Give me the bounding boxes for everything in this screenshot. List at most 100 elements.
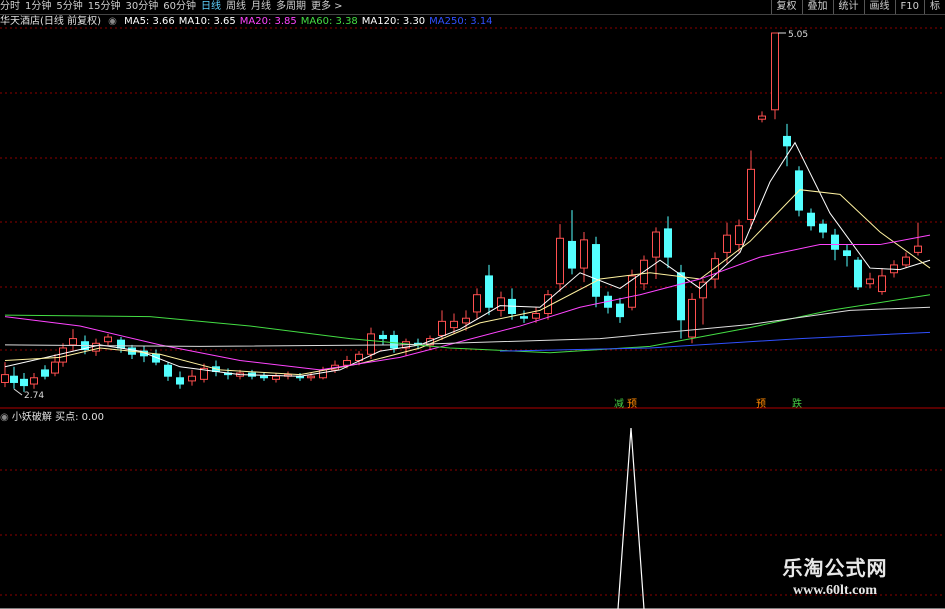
period-tab[interactable]: 15分钟 <box>88 0 121 14</box>
candle-body <box>758 115 766 120</box>
candle-body <box>41 369 49 377</box>
ma-label: MA250: 3.14 <box>429 16 493 27</box>
tool-button[interactable]: 复权 <box>770 0 802 14</box>
candle-body <box>497 297 505 311</box>
watermark-url: www.60lt.com <box>793 583 877 598</box>
candle-body <box>783 135 791 147</box>
tool-button[interactable]: 画线 <box>863 0 895 14</box>
candle-body <box>367 333 375 355</box>
period-tabs: 分时 1分钟 5分钟 15分钟 30分钟 60分钟 日线 周线 月线 多周期 更多 > <box>0 0 343 14</box>
candle-body <box>723 234 731 253</box>
candle-body <box>30 377 38 385</box>
candle-body <box>485 275 493 308</box>
watermark-title: 乐淘公式网 <box>782 558 888 580</box>
ma-label: MA5: 3.66 <box>124 16 175 27</box>
candle-body <box>544 294 552 315</box>
candle-body <box>699 281 707 299</box>
candle-body <box>831 234 839 250</box>
tool-button[interactable]: 统计 <box>832 0 864 14</box>
tool-button[interactable]: F10 <box>894 0 924 14</box>
period-tab[interactable]: 更多 > <box>311 0 343 14</box>
period-toolbar: 分时 1分钟 5分钟 15分钟 30分钟 60分钟 日线 周线 月线 多周期 更多 > 复权 叠加 统计… <box>0 0 945 14</box>
indicator-header: ◉ 小妖破解 买点: 0.00 <box>0 412 104 425</box>
candle-body <box>69 338 77 346</box>
candle-body <box>677 272 685 321</box>
candle-body <box>59 347 67 363</box>
candle-body <box>51 361 59 374</box>
period-tab[interactable]: 月线 <box>251 0 271 14</box>
ma-label: MA120: 3.30 <box>361 16 426 27</box>
candle-body <box>10 375 18 383</box>
candle-body <box>188 375 196 382</box>
tool-button[interactable]: 标 <box>924 0 945 14</box>
candle-body <box>438 320 446 336</box>
candle-body <box>20 378 28 387</box>
signal-label: 减 <box>614 398 624 410</box>
candle-body <box>711 258 719 280</box>
candle-body <box>688 298 696 338</box>
ma-label: MA60: 3.38 <box>300 16 358 27</box>
period-tab[interactable]: 周线 <box>226 0 246 14</box>
candle-body <box>771 32 779 111</box>
candle-body <box>747 168 755 220</box>
stock-title: 华天酒店(日线 前复权) <box>0 16 101 27</box>
ma250-line <box>499 331 931 352</box>
signal-label: 预 <box>627 398 637 410</box>
candle-body <box>520 316 528 319</box>
low-marker <box>13 388 23 396</box>
candle-body <box>664 228 672 258</box>
candle-body <box>379 334 387 340</box>
candle-body <box>343 360 351 366</box>
candle-body <box>176 377 184 385</box>
candle-body <box>616 303 624 318</box>
candle-body <box>1 374 9 383</box>
candle-body <box>307 375 315 379</box>
settings-icon[interactable]: ◉ <box>108 16 117 27</box>
candle-body <box>914 245 922 253</box>
candle-body <box>819 223 827 233</box>
candle-body <box>272 375 280 380</box>
candle-body <box>592 244 600 297</box>
candle-body <box>450 320 458 329</box>
signal-label: 预 <box>756 398 766 410</box>
kline-chart[interactable]: 5.052.74减预预跌 <box>0 0 945 609</box>
candle-body <box>866 278 874 285</box>
candle-body <box>104 336 112 343</box>
period-tab[interactable]: 5分钟 <box>56 0 82 14</box>
candle-body <box>568 240 576 269</box>
candle-body <box>902 256 910 266</box>
period-tab[interactable]: 日线 <box>201 0 221 14</box>
buy-spike <box>617 427 645 609</box>
candle-body <box>556 237 564 285</box>
ma-legend: MA5: 3.66 MA10: 3.65 MA20: 3.85 MA60: 3.38 M… <box>124 16 496 27</box>
candle-body <box>260 375 268 379</box>
signal-label: 跌 <box>792 397 802 410</box>
period-tab[interactable]: 30分钟 <box>125 0 158 14</box>
candle-body <box>117 339 125 349</box>
candle-body <box>628 275 636 308</box>
candle-body <box>390 334 398 349</box>
main-panel-header: 华天酒店(日线 前复权) ◉ MA5: 3.66 MA10: 3.65 MA20: … <box>0 16 501 29</box>
period-tab[interactable]: 分时 <box>0 0 20 14</box>
indicator-toggle-icon[interactable]: ◉ <box>0 412 9 423</box>
ma-label: MA20: 3.85 <box>239 16 297 27</box>
candle-body <box>532 313 540 319</box>
candle-body <box>473 294 481 313</box>
candle-body <box>652 231 660 258</box>
tool-buttons: 复权 叠加 统计 画线 F10 标 <box>770 0 945 14</box>
candle-body <box>164 364 172 377</box>
candle-body <box>854 259 862 288</box>
candle-body <box>580 239 588 269</box>
watermark: 乐淘公式网 www.60lt.com <box>755 552 915 599</box>
low-label: 2.74 <box>24 391 44 401</box>
buy-label: 买点: <box>55 412 79 423</box>
candle-body <box>735 225 743 246</box>
candle-body <box>462 317 470 324</box>
indicator-name[interactable]: 小妖破解 <box>12 412 52 423</box>
period-tab[interactable]: 60分钟 <box>163 0 196 14</box>
period-tab[interactable]: 多周期 <box>276 0 306 14</box>
tool-button[interactable]: 叠加 <box>801 0 833 14</box>
period-tab[interactable]: 1分钟 <box>25 0 51 14</box>
candle-body <box>878 275 886 293</box>
candle-body <box>807 212 815 227</box>
